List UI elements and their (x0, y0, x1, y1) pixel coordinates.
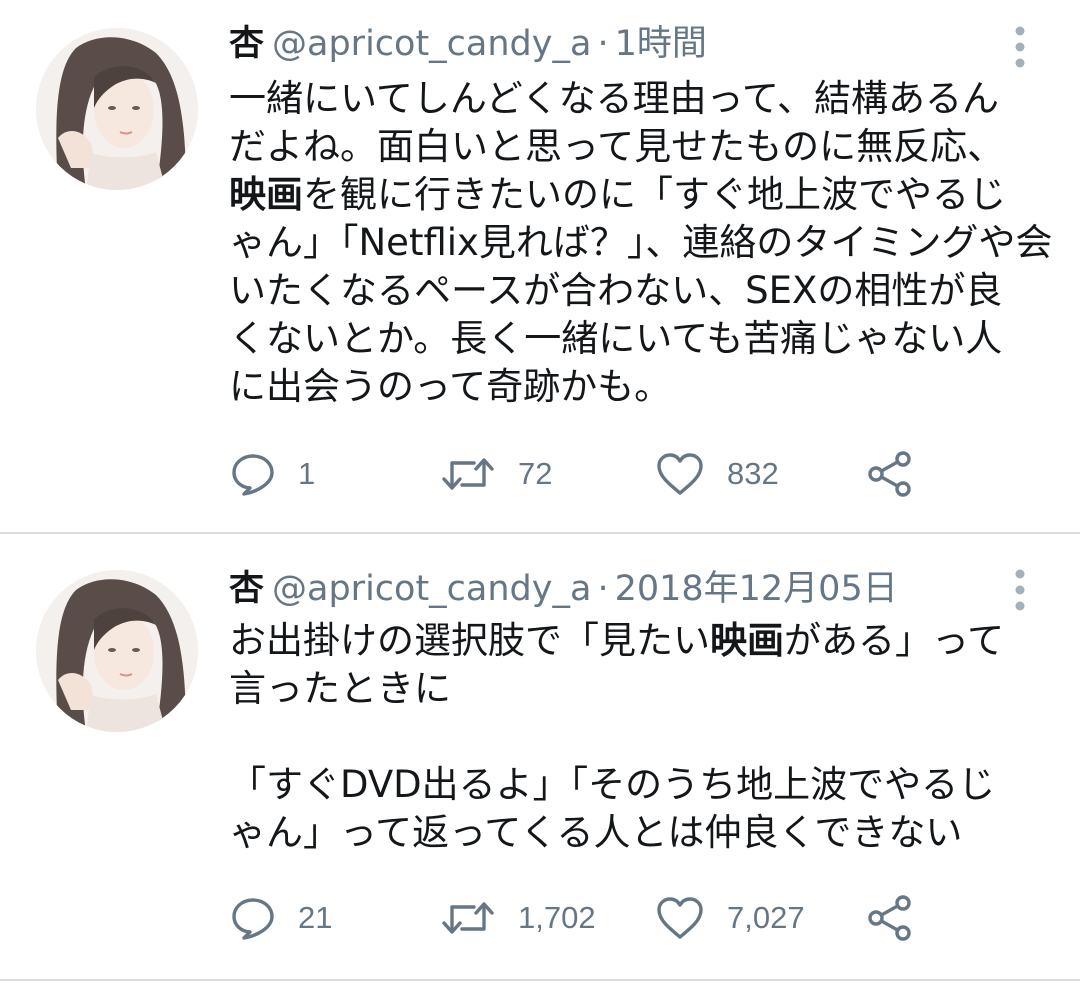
text-line: 一緒にいてしんどくなる理由って、結構あるん (229, 77, 999, 120)
retweet-icon (440, 451, 496, 497)
avatar[interactable] (36, 570, 198, 732)
share-button[interactable] (866, 446, 914, 502)
tweet-text: お出掛けの選択肢で「見たい映画がある」って 言ったときに 「すぐDVD出るよ」「… (229, 617, 1049, 857)
like-count: 832 (727, 456, 779, 491)
text-line: ゃん」って返ってくる人とは仲良くできない (229, 811, 963, 854)
like-button[interactable]: 7,027 (655, 890, 805, 946)
retweet-icon (440, 895, 496, 941)
reply-count: 1 (298, 456, 316, 491)
heart-icon (655, 451, 705, 497)
tweet-card[interactable]: 杏 @apricot_candy_a · 2018年12月05日 お出掛けの選択肢で「… (0, 534, 1080, 979)
separator-dot: · (597, 24, 609, 64)
share-icon (866, 894, 914, 942)
more-vertical-icon[interactable] (1010, 565, 1030, 615)
more-vertical-icon[interactable] (1010, 22, 1030, 72)
timestamp[interactable]: 2018年12月05日 (615, 569, 898, 609)
avatar[interactable] (36, 28, 198, 190)
text-line: に出会うのって奇跡かも。 (229, 365, 672, 408)
divider (0, 979, 1080, 981)
like-button[interactable]: 832 (655, 446, 779, 502)
reply-button[interactable]: 21 (230, 890, 332, 946)
retweet-button[interactable]: 1,702 (440, 890, 596, 946)
retweet-count: 1,702 (518, 900, 596, 935)
highlight-keyword: 映画 (710, 619, 784, 662)
user-handle[interactable]: @apricot_candy_a (272, 569, 591, 609)
text-line: だよね。面白いと思って見せたものに無反応、 (229, 125, 1005, 168)
reply-icon (230, 451, 276, 497)
like-count: 7,027 (727, 900, 805, 935)
reply-count: 21 (298, 900, 333, 935)
reply-icon (230, 895, 276, 941)
display-name[interactable]: 杏 (229, 569, 264, 609)
text-line: お出掛けの選択肢で「見たい映画がある」って (229, 619, 1005, 662)
share-icon (866, 450, 914, 498)
highlight-keyword: 映画 (229, 173, 303, 216)
tweet-header: 杏 @apricot_candy_a · 2018年12月05日 (229, 567, 898, 611)
text-line: くないとか。長く一緒にいても苦痛じゃない人 (229, 317, 1003, 360)
tweet-header: 杏 @apricot_candy_a · 1時間 (229, 22, 707, 66)
reply-button[interactable]: 1 (230, 446, 315, 502)
action-bar: 1 72 832 (230, 446, 950, 502)
text-line: 映画を観に行きたいのに「すぐ地上波でやるじ (229, 173, 1006, 216)
retweet-count: 72 (518, 456, 553, 491)
display-name[interactable]: 杏 (229, 24, 264, 64)
text-line: 「すぐDVD出るよ」「そのうち地上波でやるじ (229, 763, 996, 806)
heart-icon (655, 895, 705, 941)
separator-dot: · (597, 569, 609, 609)
text-line: いたくなるペースが合わない、SEXの相性が良 (229, 269, 1003, 312)
text-line: ゃん」「Netflix見れば？」、連絡のタイミングや会 (229, 221, 1053, 264)
retweet-button[interactable]: 72 (440, 446, 552, 502)
timestamp[interactable]: 1時間 (615, 24, 707, 64)
action-bar: 21 1,702 7,027 (230, 890, 950, 946)
tweet-card[interactable]: 杏 @apricot_candy_a · 1時間 一緒にいてしんどくなる理由って、結構… (0, 0, 1080, 532)
text-line: 言ったときに (229, 667, 451, 710)
user-handle[interactable]: @apricot_candy_a (272, 24, 591, 64)
share-button[interactable] (866, 890, 914, 946)
tweet-text: 一緒にいてしんどくなる理由って、結構あるん だよね。面白いと思って見せたものに無… (229, 75, 1053, 411)
